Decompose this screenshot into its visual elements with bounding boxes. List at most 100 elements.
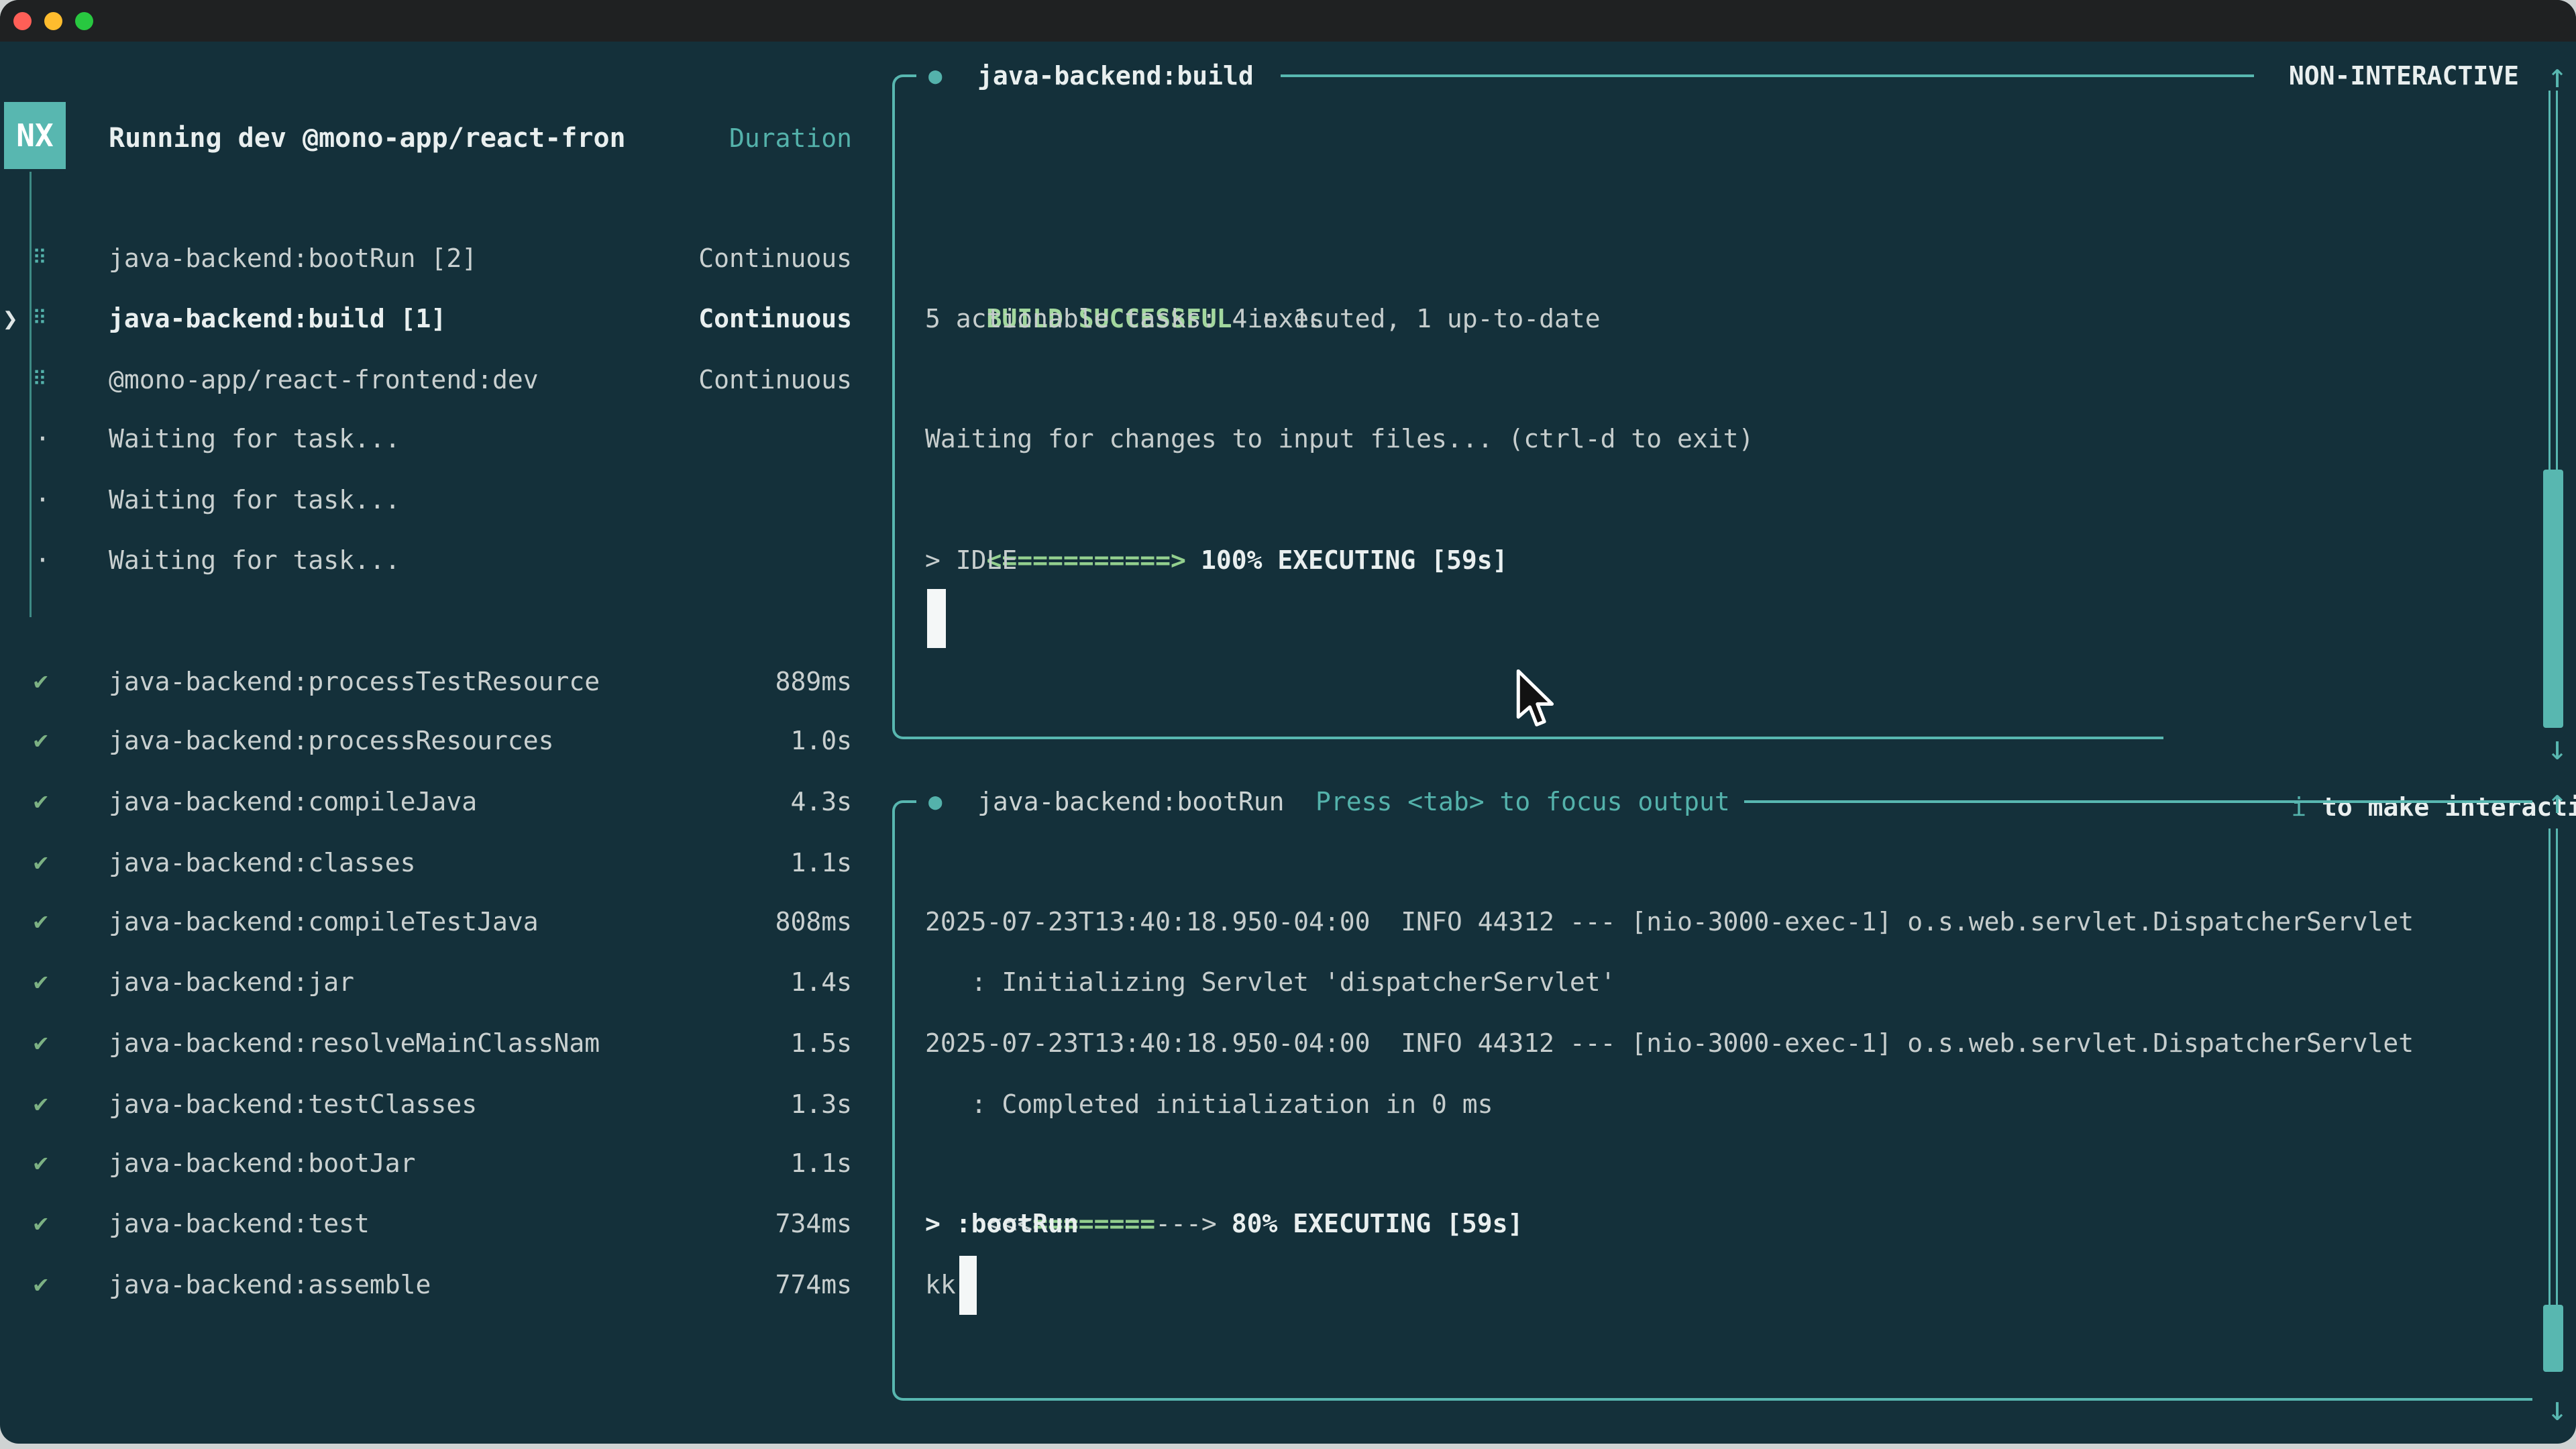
task-name: Waiting for task...: [109, 530, 400, 590]
task-duration: 1.1s: [790, 1133, 852, 1193]
task-duration: 1.4s: [790, 952, 852, 1012]
task-row-waiting[interactable]: · Waiting for task...: [0, 409, 892, 469]
titlebar: [0, 0, 2576, 42]
scroll-down-icon[interactable]: ↓: [2540, 718, 2575, 778]
spinner-icon: ⠿: [32, 350, 47, 410]
task-name: java-backend:build [1]: [109, 288, 446, 349]
bootrun-task-line: > :bootRun: [925, 1193, 1079, 1254]
task-row-done[interactable]: ✔ java-backend:assemble 774ms: [0, 1254, 892, 1315]
task-row-waiting[interactable]: · Waiting for task...: [0, 530, 892, 590]
task-name: java-backend:assemble: [109, 1254, 431, 1315]
build-output-waiting-line: Waiting for changes to input files... (c…: [925, 409, 1754, 469]
close-window-button[interactable]: [13, 12, 32, 30]
terminal-cursor: [927, 589, 946, 648]
bootrun-panel-header: ● java-backend:bootRun Press <tab> to fo…: [0, 771, 2576, 832]
build-progress-line: <===========>100% EXECUTING [59s]: [925, 470, 1508, 530]
task-status-dot-icon: ●: [928, 46, 942, 106]
task-row-done[interactable]: ✔ java-backend:bootJar 1.1s: [0, 1133, 892, 1193]
task-row-build-selected[interactable]: ❯ ⠿ java-backend:build [1] Continuous: [0, 288, 892, 349]
scroll-up-icon[interactable]: ↑: [2540, 771, 2575, 832]
focus-output-hint: Press <tab> to focus output: [1316, 771, 1730, 832]
mouse-cursor: [1515, 669, 1562, 734]
bootrun-panel-border-corner: [892, 1377, 916, 1401]
task-list-header: Running dev @mono-app/react-fron Duratio…: [0, 108, 892, 168]
task-row-bootrun[interactable]: ⠿ java-backend:bootRun [2] Continuous: [0, 228, 892, 288]
duration-column-header: Duration: [729, 108, 852, 168]
task-duration: Continuous: [698, 288, 852, 349]
task-name: java-backend:bootJar: [109, 1133, 416, 1193]
task-duration: 774ms: [775, 1254, 852, 1315]
gradle-progress-tail: --->: [1155, 1209, 1217, 1238]
task-duration: 889ms: [775, 651, 852, 712]
checkmark-icon: ✔: [34, 1193, 48, 1254]
task-name: java-backend:testClasses: [109, 1074, 477, 1134]
checkmark-icon: ✔: [34, 1133, 48, 1193]
keyboard-hints: quit: q help: ?: [656, 1375, 852, 1435]
minimize-window-button[interactable]: [44, 12, 62, 30]
task-row-done[interactable]: ✔ java-backend:resolveMainClassNam 1.5s: [0, 1013, 892, 1073]
terminal-window: NX Running dev @mono-app/react-fron Dura…: [0, 0, 2576, 1444]
build-panel-border-left: [892, 97, 895, 718]
task-row-frontend-dev[interactable]: ⠿ @mono-app/react-frontend:dev Continuou…: [0, 350, 892, 410]
build-output-summary-line: 5 actionable tasks: 4 executed, 1 up-to-…: [925, 288, 1601, 349]
checkmark-icon: ✔: [34, 651, 48, 712]
task-name: Waiting for task...: [109, 470, 400, 530]
gradle-progress-text: 100% EXECUTING [59s]: [1201, 545, 1508, 575]
task-row-done[interactable]: ✔ java-backend:classes 1.1s: [0, 833, 892, 893]
bootrun-panel-scrollbar-thumb[interactable]: [2543, 1305, 2563, 1372]
bootrun-panel-scrollbar-track[interactable]: [2548, 828, 2558, 1305]
left-pane-footer: ← 1/2 → quit: q help: ?: [0, 1375, 892, 1435]
task-duration: 1.3s: [790, 1074, 852, 1134]
terminal-cursor: [959, 1256, 977, 1315]
task-row-done[interactable]: ✔ java-backend:test 734ms: [0, 1193, 892, 1254]
pending-dot-icon: ·: [35, 409, 50, 469]
bootrun-input-line[interactable]: kk: [925, 1254, 956, 1315]
task-duration: 1.1s: [790, 833, 852, 893]
pending-dot-icon: ·: [35, 530, 50, 590]
log-line: 2025-07-23T13:40:18.950-04:00 INFO 44312…: [925, 1013, 2414, 1073]
build-idle-line: > IDLE: [925, 530, 1017, 590]
task-status-dot-icon: ●: [928, 771, 942, 832]
task-name: java-backend:bootRun [2]: [109, 228, 477, 288]
checkmark-icon: ✔: [34, 1013, 48, 1073]
zoom-window-button[interactable]: [75, 12, 93, 30]
task-duration: Continuous: [698, 350, 852, 410]
task-duration: 734ms: [775, 1193, 852, 1254]
scroll-down-icon[interactable]: ↓: [2540, 1379, 2575, 1439]
task-name: java-backend:classes: [109, 833, 416, 893]
build-output-success-line: BUILD SUCCESSFUL in 1s: [925, 228, 1324, 288]
bootrun-panel-title: java-backend:bootRun: [977, 771, 1285, 832]
build-panel-title: java-backend:build: [977, 46, 1254, 106]
task-row-done[interactable]: ✔ java-backend:processTestResource 889ms: [0, 651, 892, 712]
task-name: java-backend:jar: [109, 952, 354, 1012]
log-line: : Completed initialization in 0 ms: [925, 1074, 1493, 1134]
task-row-done[interactable]: ✔ java-backend:compileTestJava 808ms: [0, 892, 892, 952]
build-panel-scrollbar-thumb[interactable]: [2543, 470, 2563, 728]
task-name: java-backend:processTestResource: [109, 651, 600, 712]
log-line: 2025-07-23T13:40:18.950-04:00 INFO 44312…: [925, 892, 2414, 952]
checkmark-icon: ✔: [34, 1254, 48, 1315]
task-name: java-backend:test: [109, 1193, 370, 1254]
bootrun-panel-border-left: [892, 823, 895, 1377]
checkmark-icon: ✔: [34, 1074, 48, 1134]
pager: ← 1/2 →: [20, 1375, 182, 1435]
gradle-progress-text: 80% EXECUTING [59s]: [1232, 1209, 1523, 1238]
interactive-hint: i to make interactive: [2199, 716, 2576, 777]
task-duration: 808ms: [775, 892, 852, 952]
bootrun-panel-border-bottom: [915, 1398, 2532, 1401]
task-name: java-backend:compileTestJava: [109, 892, 539, 952]
pending-dot-icon: ·: [35, 470, 50, 530]
task-row-waiting[interactable]: · Waiting for task...: [0, 470, 892, 530]
task-row-done[interactable]: ✔ java-backend:jar 1.4s: [0, 952, 892, 1012]
build-panel-header: ● java-backend:build NON-INTERACTIVE: [0, 46, 2576, 106]
task-row-done[interactable]: ✔ java-backend:testClasses 1.3s: [0, 1074, 892, 1134]
task-name: @mono-app/react-frontend:dev: [109, 350, 539, 410]
task-name: Waiting for task...: [109, 409, 400, 469]
log-line: : Initializing Servlet 'dispatcherServle…: [925, 952, 1616, 1012]
task-list-title: Running dev @mono-app/react-fron: [109, 108, 626, 168]
interactive-hint-line: i to make interactive: [0, 716, 2576, 777]
build-panel-scrollbar-track[interactable]: [2548, 91, 2558, 480]
task-name: java-backend:resolveMainClassNam: [109, 1013, 600, 1073]
spinner-icon: ⠿: [32, 288, 47, 349]
bootrun-progress-line: <<<========--->80% EXECUTING [59s]: [925, 1133, 1523, 1193]
